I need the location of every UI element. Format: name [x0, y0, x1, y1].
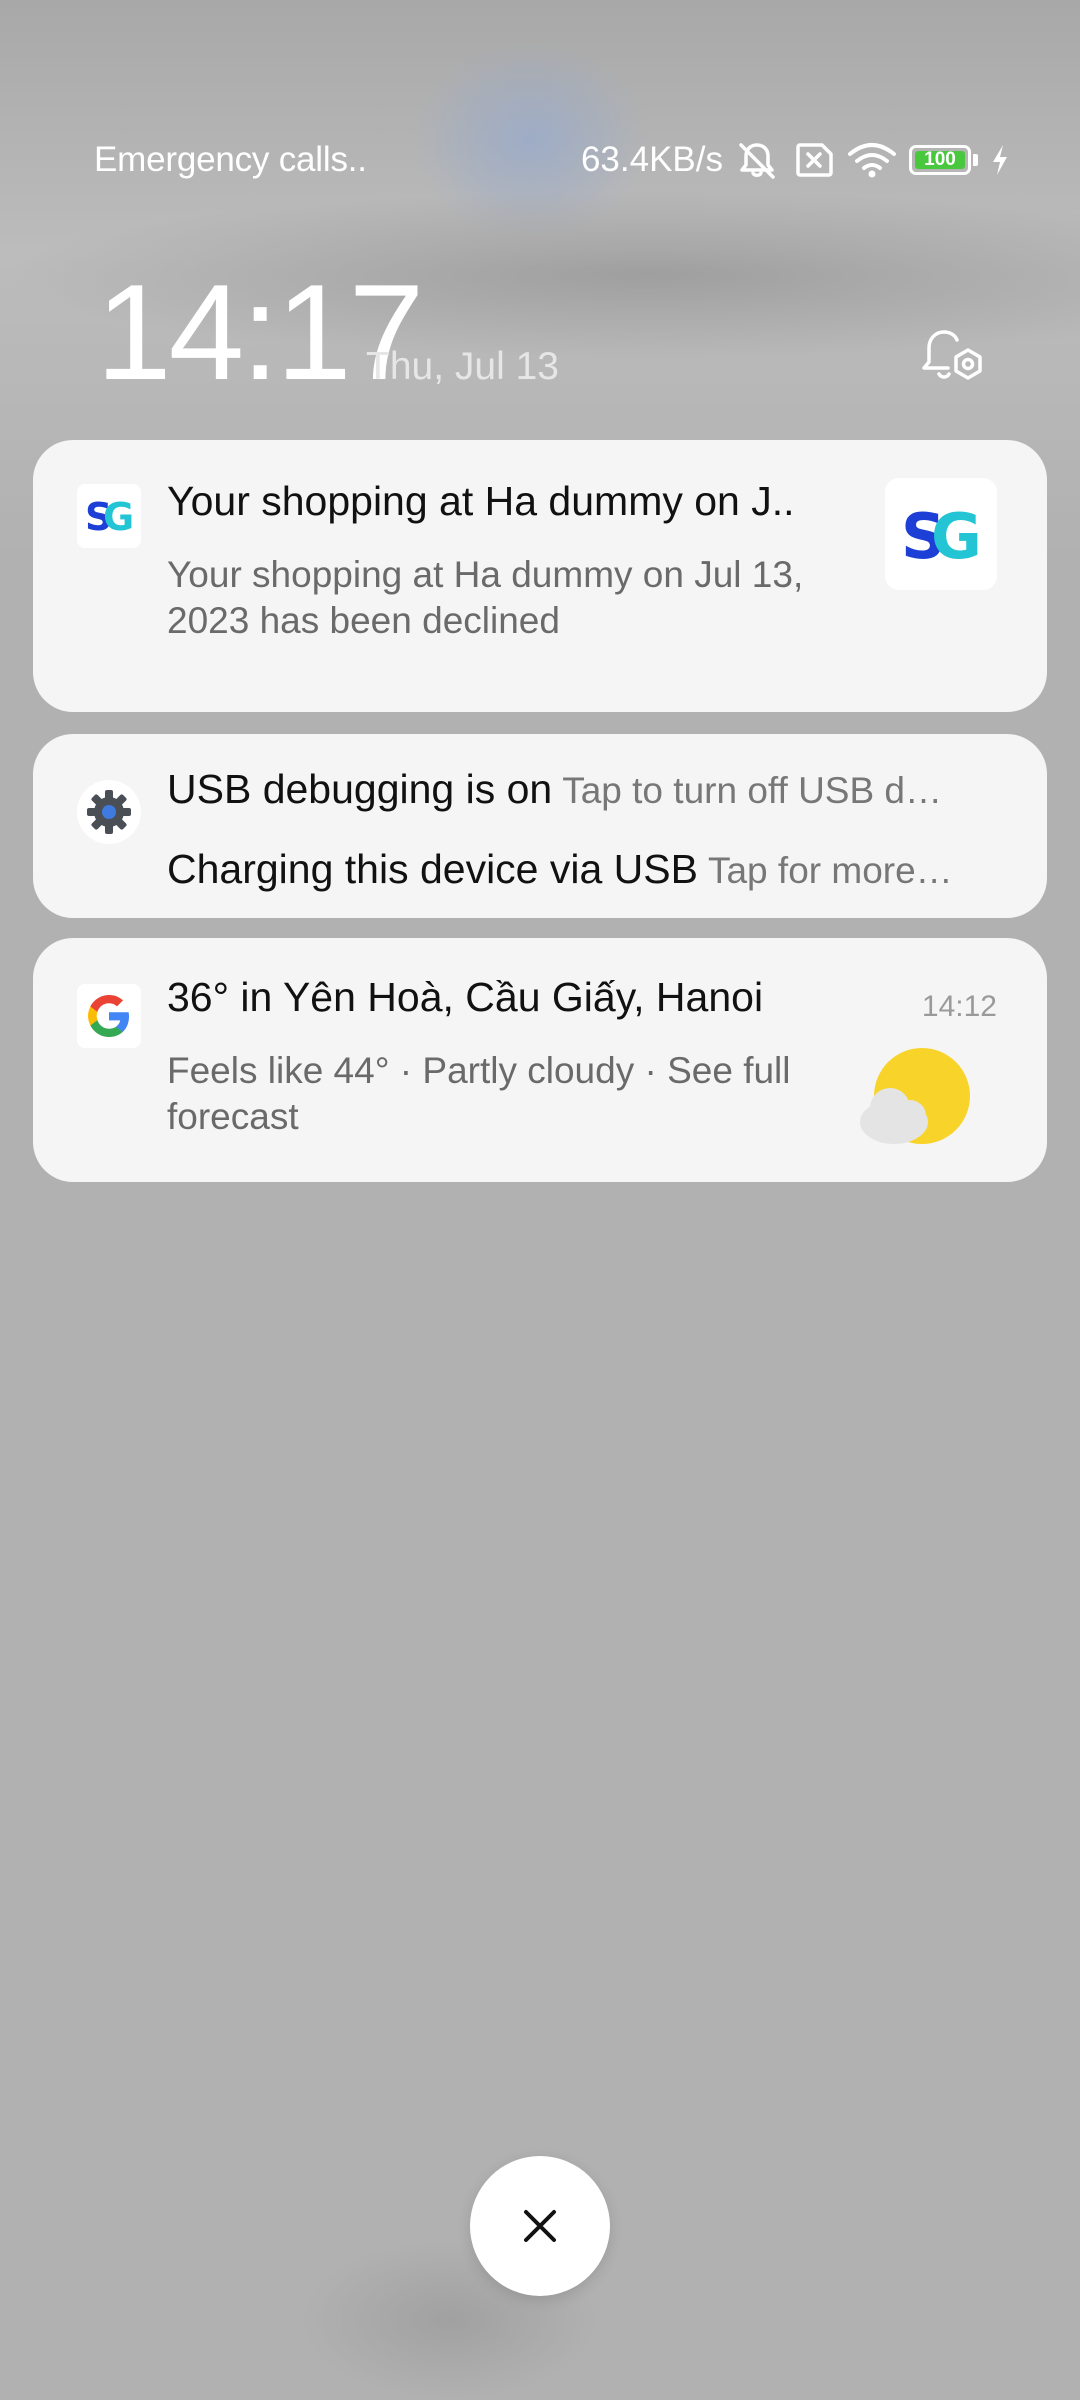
google-icon — [77, 984, 141, 1048]
notification-title: 36° in Yên Hoà, Cầu Giấy, Hanoi — [167, 974, 764, 1020]
carrier-text: Emergency calls.. — [94, 140, 367, 179]
network-speed: 63.4KB/s — [580, 140, 723, 179]
sg-logo-icon: S G — [77, 484, 141, 548]
dismiss-notifications-button[interactable] — [470, 2156, 610, 2296]
notification-title: Charging this device via USB — [167, 846, 698, 892]
notification-title: Your shopping at Ha dummy on J.. — [167, 478, 795, 524]
battery-level: 100 — [924, 149, 956, 170]
notification-body: Your shopping at Ha dummy on Jul 13, 202… — [167, 554, 804, 641]
gear-icon — [77, 780, 141, 844]
close-icon — [524, 2210, 556, 2242]
notification-card-shopping[interactable]: S G Your shopping at Ha dummy on J.. You… — [33, 440, 1047, 712]
notification-time: 14:12 — [921, 990, 997, 1023]
notification-subtitle: Tap to turn off USB d… — [562, 770, 943, 811]
lockscreen: Emergency calls.. 63.4KB/s 100 14:17 Thu… — [0, 0, 1080, 2400]
battery-icon: 100 — [909, 145, 971, 175]
sg-logo-large-icon: S G — [885, 478, 997, 590]
notification-settings-icon[interactable] — [914, 322, 988, 396]
lockscreen-date: Thu, Jul 13 — [366, 345, 559, 388]
wifi-icon — [848, 143, 896, 178]
notification-subtitle: Tap for more… — [707, 850, 953, 891]
mute-bell-icon — [739, 143, 775, 179]
charging-bolt-icon — [993, 145, 1007, 175]
svg-text:G: G — [931, 502, 982, 566]
notification-line-usb-charging: Charging this device via USB Tap for more… — [167, 842, 1037, 906]
notification-title: USB debugging is on — [167, 766, 553, 812]
notification-line-usb-debugging: USB debugging is on Tap to turn off USB d… — [167, 762, 1037, 826]
svg-text:G: G — [103, 496, 134, 536]
battery-tip — [973, 154, 978, 166]
no-sim-icon — [796, 143, 833, 177]
notification-body: Feels like 44° · Partly cloudy · See ful… — [167, 1050, 791, 1137]
partly-cloudy-icon — [860, 1048, 970, 1144]
status-icons: 63.4KB/s 100 — [581, 136, 1010, 184]
notification-card-android-system[interactable]: USB debugging is on Tap to turn off USB d… — [33, 734, 1047, 918]
